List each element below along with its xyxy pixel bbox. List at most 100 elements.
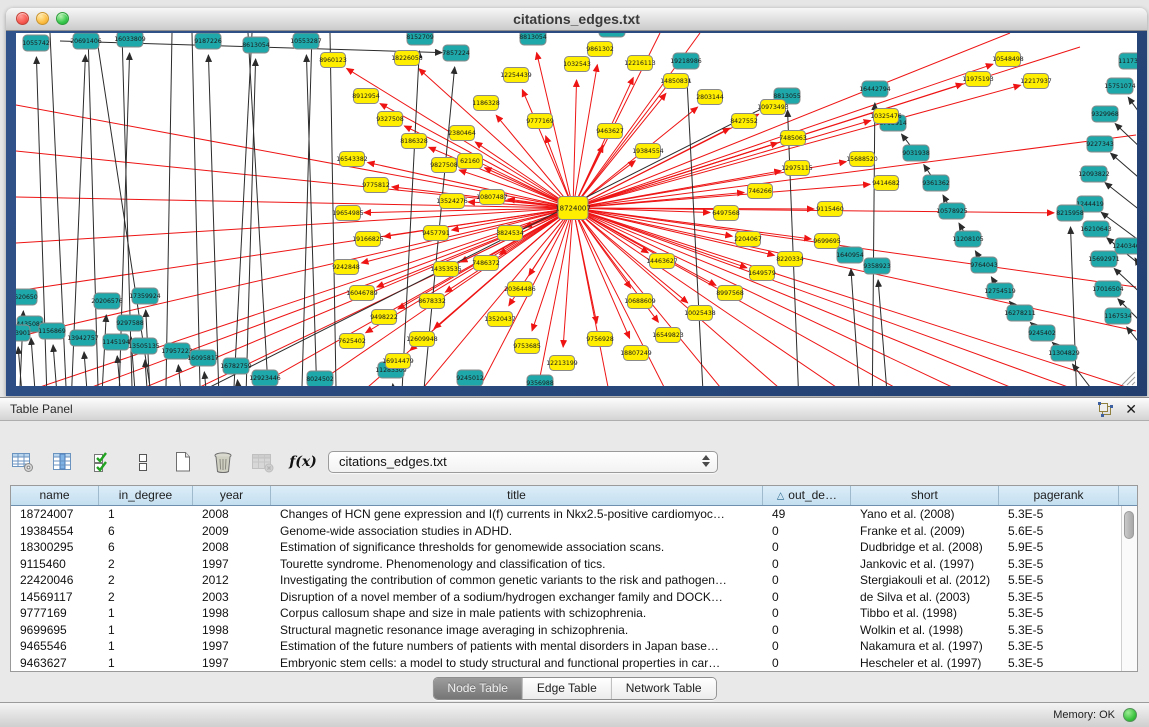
- create-column-button[interactable]: [168, 448, 198, 476]
- network-node-teal[interactable]: 9245012: [456, 370, 484, 386]
- network-node-teal[interactable]: 8024502: [306, 371, 334, 386]
- network-node-teal[interactable]: 13942757: [67, 330, 99, 346]
- network-node-teal[interactable]: 16278211: [1004, 305, 1036, 321]
- network-node-teal[interactable]: 16033809: [114, 33, 146, 47]
- network-node-teal[interactable]: 2620650: [16, 289, 38, 305]
- network-node-teal[interactable]: 19218986: [670, 53, 702, 69]
- network-node-yellow[interactable]: 13520437: [484, 312, 516, 327]
- network-node-yellow[interactable]: 16914479: [382, 354, 414, 369]
- network-node-teal[interactable]: 8613054: [242, 37, 270, 53]
- network-node-yellow[interactable]: 62160: [458, 154, 483, 169]
- network-node-teal[interactable]: 16210643: [1080, 221, 1112, 237]
- network-node-yellow[interactable]: 12213199: [546, 356, 578, 371]
- vertical-scrollbar[interactable]: [1121, 506, 1137, 671]
- network-node-yellow[interactable]: 9756928: [586, 332, 614, 347]
- network-node-teal[interactable]: 9227343: [1086, 136, 1114, 152]
- network-node-yellow[interactable]: 9242848: [332, 260, 360, 275]
- network-node-yellow[interactable]: 16543382: [336, 152, 368, 167]
- network-node-teal[interactable]: 9297588: [116, 315, 144, 331]
- network-node-teal[interactable]: 15751074: [1104, 78, 1136, 94]
- column-header-pagerank[interactable]: pagerank: [999, 486, 1119, 505]
- network-node-teal[interactable]: 1145194: [102, 334, 130, 350]
- network-node-teal[interactable]: 8813054: [519, 33, 547, 45]
- network-node-teal[interactable]: 8152709: [406, 33, 434, 45]
- tab-node-table[interactable]: Node Table: [433, 678, 523, 699]
- function-builder-button[interactable]: f(x): [288, 448, 318, 476]
- table-select-dropdown[interactable]: citations_edges.txt: [328, 451, 718, 473]
- network-node-yellow[interactable]: 1186328: [472, 96, 500, 111]
- table-row[interactable]: 911546021997Tourette syndrome. Phenomeno…: [11, 556, 1137, 573]
- network-node-yellow[interactable]: 9457791: [422, 226, 450, 241]
- column-header-year[interactable]: year: [193, 486, 271, 505]
- network-node-teal[interactable]: 9187226: [194, 33, 222, 49]
- column-header-name[interactable]: name: [11, 486, 99, 505]
- network-node-teal[interactable]: 20206576: [91, 293, 123, 309]
- network-node-yellow[interactable]: 13524276: [436, 194, 468, 209]
- network-node-yellow[interactable]: 7486372: [472, 256, 500, 271]
- tab-network-table[interactable]: Network Table: [612, 678, 716, 699]
- network-node-yellow[interactable]: 7485063: [779, 131, 807, 146]
- network-node-teal[interactable]: 16442794: [859, 81, 891, 97]
- network-node-yellow[interactable]: 9498222: [370, 310, 398, 325]
- network-node-yellow[interactable]: 18807249: [620, 346, 652, 361]
- column-header-short[interactable]: short: [851, 486, 999, 505]
- table-row[interactable]: 969969511998Structural magnetic resonanc…: [11, 622, 1137, 639]
- network-node-yellow[interactable]: 19384554: [632, 144, 664, 159]
- select-all-button[interactable]: [88, 448, 118, 476]
- network-node-yellow[interactable]: 10688609: [624, 294, 656, 309]
- table-row[interactable]: 946554611997Estimation of the future num…: [11, 638, 1137, 655]
- network-node-yellow[interactable]: 8960123: [319, 53, 347, 68]
- network-node-yellow[interactable]: 11975193: [962, 72, 994, 87]
- network-node-yellow[interactable]: 14463627: [646, 254, 678, 269]
- network-node-teal[interactable]: 12754519: [984, 283, 1016, 299]
- network-node-teal[interactable]: 12093822: [1078, 166, 1110, 182]
- network-node-teal[interactable]: 9573239: [598, 33, 626, 37]
- network-node-teal[interactable]: 11304829: [1048, 345, 1080, 361]
- network-node-yellow[interactable]: 12217937: [1020, 74, 1052, 89]
- network-node-yellow[interactable]: 8678332: [418, 294, 446, 309]
- delete-column-button[interactable]: [208, 448, 238, 476]
- network-node-teal[interactable]: 9764043: [970, 257, 998, 273]
- network-node-yellow[interactable]: 2803144: [696, 90, 724, 105]
- network-node-teal[interactable]: 9358923: [863, 258, 891, 274]
- network-node-teal[interactable]: 9361362: [922, 175, 950, 191]
- window-titlebar[interactable]: citations_edges.txt: [6, 8, 1147, 31]
- network-node-teal[interactable]: 9356988: [526, 375, 554, 386]
- column-header-title[interactable]: title: [271, 486, 763, 505]
- scrollbar-thumb[interactable]: [1124, 511, 1134, 539]
- network-node-yellow[interactable]: 8427552: [730, 114, 758, 129]
- table-row[interactable]: 1830029562008Estimation of significance …: [11, 539, 1137, 556]
- network-node-yellow[interactable]: 12254439: [500, 68, 532, 83]
- network-node-teal[interactable]: 16782759: [220, 358, 252, 374]
- network-node-yellow[interactable]: 20364486: [504, 282, 536, 297]
- network-node-yellow[interactable]: 15688520: [846, 152, 878, 167]
- network-node-yellow[interactable]: 19166825: [352, 232, 384, 247]
- tab-edge-table[interactable]: Edge Table: [523, 678, 612, 699]
- network-node-yellow[interactable]: 7625402: [338, 334, 366, 349]
- column-header-outde[interactable]: △out_de…: [763, 486, 851, 505]
- network-node-teal[interactable]: 16095817: [187, 350, 219, 366]
- network-node-yellow[interactable]: 10548498: [992, 52, 1024, 67]
- network-node-yellow[interactable]: 9327508: [376, 112, 404, 127]
- network-node-teal[interactable]: 1640954: [836, 247, 864, 263]
- table-row[interactable]: 946362711997Embryonic stem cells: a mode…: [11, 655, 1137, 672]
- network-node-yellow[interactable]: 9699695: [813, 234, 841, 249]
- network-node-teal[interactable]: 1055742: [22, 35, 50, 51]
- table-row[interactable]: 2242004622012Investigating the contribut…: [11, 572, 1137, 589]
- table-mode-button[interactable]: [8, 448, 38, 476]
- network-node-yellow[interactable]: 9414682: [872, 176, 900, 191]
- network-node-yellow[interactable]: 9463627: [596, 124, 624, 139]
- network-node-teal[interactable]: 1167534: [1104, 308, 1132, 324]
- table-row[interactable]: 977716911998Corpus callosum shape and si…: [11, 605, 1137, 622]
- column-header-indegree[interactable]: in_degree: [99, 486, 193, 505]
- network-node-yellow[interactable]: 9861302: [586, 42, 614, 57]
- network-node-yellow[interactable]: 2380464: [448, 126, 476, 141]
- network-node-yellow[interactable]: 1649579: [748, 266, 776, 281]
- network-node-yellow[interactable]: 12609948: [406, 332, 438, 347]
- network-node-yellow[interactable]: 6497568: [712, 206, 740, 221]
- network-node-teal[interactable]: 10553287: [290, 33, 322, 49]
- delete-table-button[interactable]: [248, 448, 278, 476]
- network-node-teal[interactable]: 3313901: [16, 325, 31, 341]
- show-columns-button[interactable]: [48, 448, 78, 476]
- network-node-yellow[interactable]: 9775812: [362, 178, 390, 193]
